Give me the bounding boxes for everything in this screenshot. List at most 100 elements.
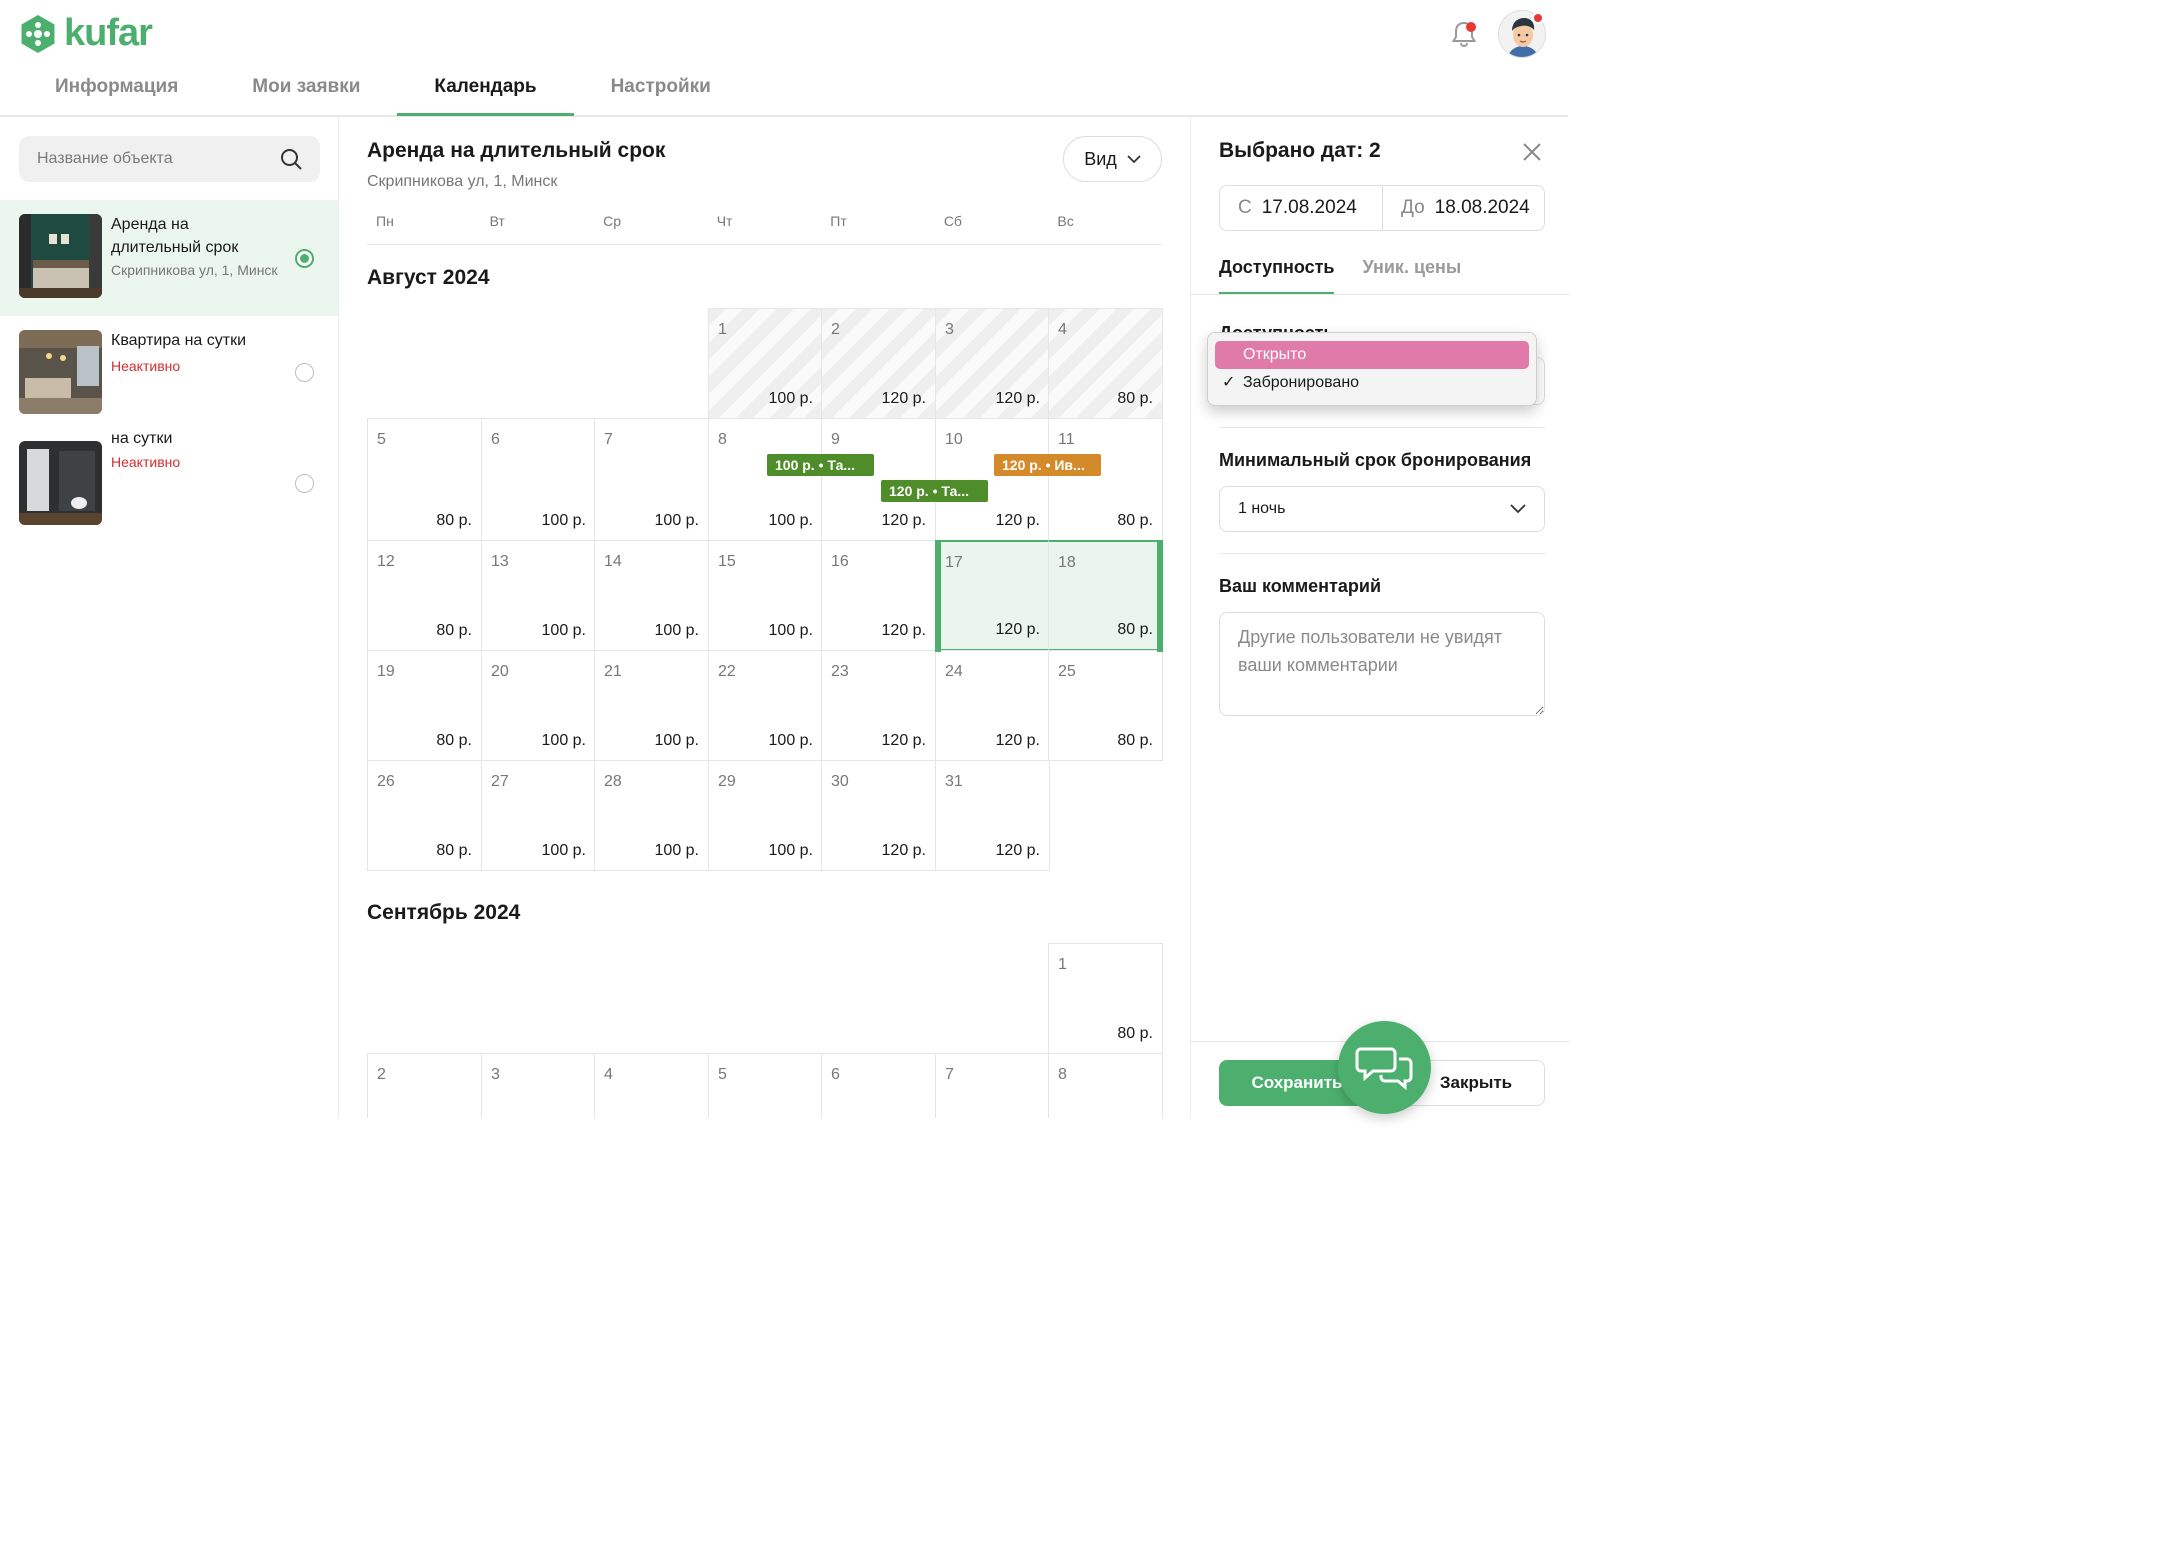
day-price: 120 р.: [995, 621, 1040, 638]
tab-settings[interactable]: Настройки: [574, 64, 748, 116]
day-number: 6: [491, 431, 500, 448]
day-cell[interactable]: 19 80 р.: [367, 650, 482, 761]
day-cell[interactable]: 23 120 р.: [821, 650, 936, 761]
booking-bar[interactable]: 120 р. • Ив...: [994, 454, 1101, 476]
day-cell[interactable]: 14 100 р.: [594, 540, 709, 651]
app-header: kufar Информация Мои заявки Календарь На…: [0, 0, 1568, 117]
min-stay-label: Минимальный срок бронирования: [1219, 450, 1532, 470]
day-number: 12: [377, 553, 395, 570]
day-price: 80 р.: [436, 842, 472, 859]
day-cell[interactable]: 12 80 р.: [367, 540, 482, 651]
day-cell[interactable]: 3: [481, 1053, 596, 1118]
month-title: Сентябрь 2024: [367, 901, 521, 924]
weekday-header: Пн Вт Ср Чт Пт Сб Вс: [367, 213, 1162, 245]
day-cell[interactable]: 22 100 р.: [708, 650, 823, 761]
day-cell[interactable]: 29 100 р.: [708, 760, 823, 871]
day-cell[interactable]: 17 120 р.: [935, 540, 1050, 651]
day-cell[interactable]: 20 100 р.: [481, 650, 596, 761]
close-icon[interactable]: [1521, 141, 1543, 163]
day-price: 120 р.: [881, 622, 926, 639]
option-open[interactable]: Открыто: [1215, 341, 1529, 369]
day-cell[interactable]: 6 100 р.: [481, 418, 596, 541]
day-cell[interactable]: 1 80 р.: [1048, 943, 1163, 1054]
day-price: 120 р.: [995, 732, 1040, 749]
date-from-value: 17.08.2024: [1261, 197, 1357, 218]
min-stay-select[interactable]: 1 ночь: [1219, 486, 1545, 532]
day-cell[interactable]: 7 100 р.: [594, 418, 709, 541]
tabs-divider: [1191, 294, 1569, 295]
day-number: 27: [491, 773, 509, 790]
day-price: 120 р.: [881, 842, 926, 859]
day-cell[interactable]: 5 80 р.: [367, 418, 482, 541]
checkmark-icon: ✓: [1222, 374, 1236, 391]
chat-button[interactable]: [1338, 1021, 1431, 1114]
day-cell[interactable]: 7: [935, 1053, 1050, 1118]
view-dropdown-button[interactable]: Вид: [1063, 136, 1162, 182]
day-cell[interactable]: 25 80 р.: [1048, 650, 1163, 761]
day-cell[interactable]: 24 120 р.: [935, 650, 1050, 761]
day-cell[interactable]: 3 120 р.: [935, 308, 1050, 419]
weekday-label: Пн: [376, 213, 394, 229]
booking-bar[interactable]: 120 р. • Та...: [881, 480, 988, 502]
selection-handle-end[interactable]: [1157, 540, 1163, 652]
tab-calendar[interactable]: Календарь: [397, 64, 574, 116]
selection-handle-start[interactable]: [935, 540, 941, 652]
day-cell[interactable]: 8: [1048, 1053, 1163, 1118]
day-cell[interactable]: 13 100 р.: [481, 540, 596, 651]
day-price: 80 р.: [1117, 512, 1153, 529]
listing-radio[interactable]: [295, 363, 314, 382]
listing-item[interactable]: на сутки Неактивно: [0, 427, 338, 543]
day-number: 9: [831, 431, 840, 448]
day-cell[interactable]: 27 100 р.: [481, 760, 596, 871]
tab-availability[interactable]: Доступность: [1219, 257, 1335, 295]
day-cell[interactable]: 2: [367, 1053, 482, 1118]
day-cell[interactable]: 26 80 р.: [367, 760, 482, 871]
object-address: Скрипникова ул, 1, Минск: [367, 173, 558, 190]
tab-info[interactable]: Информация: [18, 64, 215, 116]
day-cell[interactable]: 28 100 р.: [594, 760, 709, 871]
tab-unique-prices[interactable]: Уник. цены: [1362, 257, 1461, 295]
day-price: 80 р.: [1117, 732, 1153, 749]
day-number: 15: [718, 553, 736, 570]
search-icon[interactable]: [280, 148, 302, 170]
listing-radio-selected[interactable]: [295, 249, 314, 268]
day-number: 22: [718, 663, 736, 680]
weekday-label: Сб: [943, 213, 962, 229]
day-price: 100 р.: [541, 512, 586, 529]
listing-item[interactable]: Квартира на сутки Неактивно: [0, 316, 338, 432]
day-cell[interactable]: 15 100 р.: [708, 540, 823, 651]
day-cell[interactable]: 16 120 р.: [821, 540, 936, 651]
kufar-logo[interactable]: kufar: [18, 12, 153, 55]
listings-sidebar: Аренда на длительный срок Скрипникова ул…: [0, 117, 339, 1118]
date-to-field[interactable]: До 18.08.2024: [1382, 186, 1544, 230]
min-stay-value: 1 ночь: [1238, 500, 1286, 517]
listing-item[interactable]: Аренда на длительный срок Скрипникова ул…: [0, 200, 338, 316]
day-number: 14: [604, 553, 622, 570]
day-cell[interactable]: 5: [708, 1053, 823, 1118]
day-cell[interactable]: 2 120 р.: [821, 308, 936, 419]
day-cell[interactable]: 8 100 р.: [708, 418, 823, 541]
day-cell[interactable]: 4 80 р.: [1048, 308, 1163, 419]
search-input[interactable]: [37, 150, 257, 168]
tab-my-requests[interactable]: Мои заявки: [215, 64, 397, 116]
day-cell[interactable]: 21 100 р.: [594, 650, 709, 761]
day-cell[interactable]: 30 120 р.: [821, 760, 936, 871]
day-number: 8: [1058, 1066, 1067, 1083]
date-from-field[interactable]: С 17.08.2024: [1220, 186, 1382, 230]
day-cell[interactable]: 4: [594, 1053, 709, 1118]
comment-textarea[interactable]: [1219, 612, 1545, 716]
option-booked[interactable]: ✓ Забронировано: [1215, 369, 1529, 397]
day-cell[interactable]: 31 120 р.: [935, 760, 1050, 871]
listing-radio[interactable]: [295, 474, 314, 493]
bell-icon[interactable]: [1448, 18, 1480, 50]
weekday-label: Вт: [489, 213, 505, 229]
day-cell[interactable]: 11 80 р.: [1048, 418, 1163, 541]
search-box[interactable]: [19, 136, 320, 182]
day-cell[interactable]: 1 100 р.: [708, 308, 823, 419]
day-cell[interactable]: 18 80 р.: [1048, 540, 1163, 651]
day-price: 100 р.: [654, 732, 699, 749]
day-cell[interactable]: 6: [821, 1053, 936, 1118]
booking-bar[interactable]: 100 р. • Та...: [767, 454, 874, 476]
chevron-down-icon: [1510, 504, 1526, 514]
avatar-badge-dot: [1532, 12, 1544, 24]
